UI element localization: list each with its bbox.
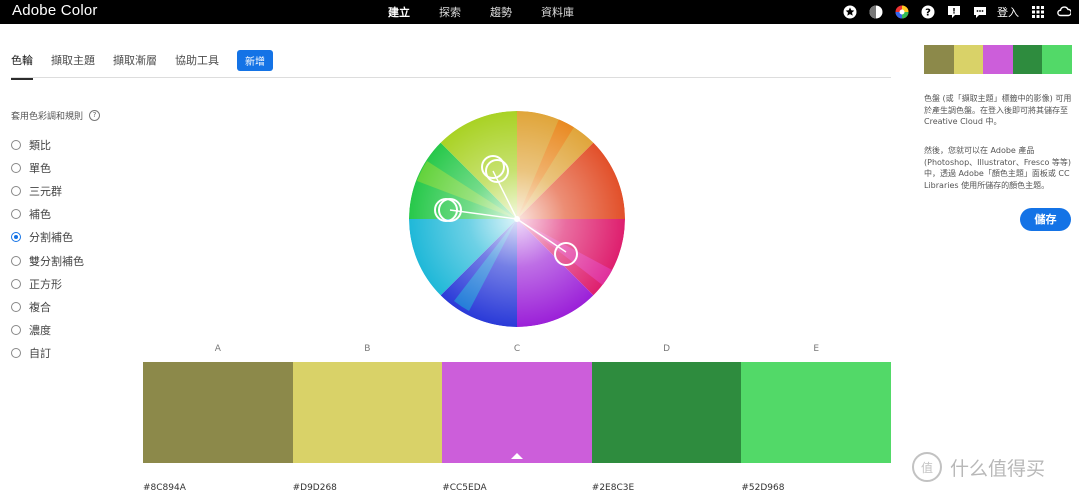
- rule-square[interactable]: 正方形: [11, 272, 84, 295]
- harmony-rules-list: 類比 單色 三元群 補色 分割補色 雙分割補色 正方形 複合 濃度 自訂: [11, 133, 84, 365]
- rule-shades[interactable]: 濃度: [11, 319, 84, 342]
- radio-icon[interactable]: [11, 325, 21, 336]
- star-icon[interactable]: [843, 5, 857, 19]
- rule-analogous[interactable]: 類比: [11, 133, 84, 156]
- creative-cloud-icon[interactable]: [1057, 5, 1071, 19]
- rule-monochromatic[interactable]: 單色: [11, 156, 84, 179]
- mini-swatch-c: [983, 45, 1013, 74]
- color-wheel-icon[interactable]: [895, 5, 909, 19]
- save-button[interactable]: 儲存: [1020, 208, 1071, 231]
- nav-explore[interactable]: 探索: [439, 4, 461, 20]
- top-icons: ? 登入: [831, 4, 1071, 20]
- radio-checked-icon[interactable]: [11, 232, 21, 243]
- nav-trends[interactable]: 趨勢: [490, 4, 512, 20]
- rule-label: 自訂: [29, 347, 51, 361]
- rule-double-split-complementary[interactable]: 雙分割補色: [11, 249, 84, 272]
- radio-icon[interactable]: [11, 301, 21, 312]
- swatch-label-e: E: [813, 344, 820, 354]
- new-badge-button[interactable]: 新增: [237, 49, 273, 71]
- swatch-e[interactable]: [741, 362, 891, 463]
- rule-label: 類比: [29, 138, 51, 152]
- harmony-rules-title: 套用色彩調和規則 ?: [11, 109, 101, 122]
- side-info-text-2: 然後，您就可以在 Adobe 產品 (Photoshop、Illustrator…: [924, 146, 1072, 190]
- radio-icon[interactable]: [11, 185, 21, 196]
- radio-icon[interactable]: [11, 278, 21, 289]
- moon-icon[interactable]: [869, 5, 883, 19]
- color-swatches: [143, 362, 891, 463]
- rule-label: 複合: [29, 300, 51, 314]
- chat-icon[interactable]: [973, 5, 987, 19]
- rule-label: 單色: [29, 161, 51, 175]
- rule-label: 分割補色: [29, 231, 73, 245]
- app-logo[interactable]: Adobe Color: [12, 2, 98, 19]
- comment-icon[interactable]: [947, 5, 961, 19]
- help-circle-icon[interactable]: ?: [89, 110, 101, 121]
- tab-divider: [11, 77, 891, 78]
- swatch-hex-values: #8C894A #D9D268 #CC5EDA #2E8C3E #52D968: [143, 483, 891, 493]
- nav-library[interactable]: 資料庫: [541, 4, 574, 20]
- rule-complementary[interactable]: 補色: [11, 203, 84, 226]
- hex-value-c[interactable]: #CC5EDA: [442, 483, 592, 493]
- hex-value-e[interactable]: #52D968: [741, 483, 891, 493]
- swatch-label-a: A: [214, 344, 221, 354]
- watermark-text: 什么值得买: [950, 457, 1046, 480]
- mini-swatch-d: [1012, 45, 1043, 74]
- swatch-b[interactable]: [292, 362, 443, 463]
- color-wheel[interactable]: [409, 111, 625, 327]
- radio-icon[interactable]: [11, 209, 21, 220]
- help-icon[interactable]: ?: [921, 5, 935, 19]
- rule-label: 三元群: [29, 184, 62, 198]
- tab-extract-theme[interactable]: 擷取主題: [51, 52, 95, 72]
- swatch-a[interactable]: [143, 362, 293, 463]
- apps-grid-icon[interactable]: [1031, 5, 1045, 19]
- swatch-label-d: D: [663, 344, 671, 354]
- mode-tabs: 色輪 擷取主題 擷取漸層 協助工具 新增: [11, 49, 273, 80]
- radio-icon[interactable]: [11, 162, 21, 173]
- selected-swatch-marker-icon: [510, 453, 523, 459]
- radio-icon[interactable]: [11, 348, 21, 359]
- rule-custom[interactable]: 自訂: [11, 342, 84, 365]
- login-link[interactable]: 登入: [997, 4, 1019, 20]
- swatch-labels: A B C D E: [143, 344, 891, 354]
- rule-split-complementary[interactable]: 分割補色: [11, 226, 84, 249]
- hex-value-a[interactable]: #8C894A: [143, 483, 293, 493]
- rule-label: 正方形: [29, 277, 62, 291]
- top-bar: Adobe Color 建立 探索 趨勢 資料庫 ? 登入: [0, 0, 1079, 24]
- radio-icon[interactable]: [11, 255, 21, 266]
- side-info-text-1: 色盤 (或「擷取主題」標籤中的影像) 可用於產生調色盤。在登入後即可將其儲存至 …: [924, 94, 1072, 126]
- tab-color-wheel[interactable]: 色輪: [11, 52, 33, 80]
- swatch-label-b: B: [364, 344, 371, 354]
- rule-label: 濃度: [29, 324, 51, 338]
- swatch-c[interactable]: [442, 362, 592, 463]
- watermark-badge-icon: 值: [912, 452, 942, 482]
- radio-icon[interactable]: [11, 139, 21, 150]
- tab-extract-gradient[interactable]: 擷取漸層: [113, 52, 157, 72]
- harmony-rules-label: 套用色彩調和規則: [11, 112, 84, 122]
- swatch-label-c: C: [513, 344, 521, 354]
- hex-value-b[interactable]: #D9D268: [293, 483, 443, 493]
- mini-swatch-a: [924, 45, 954, 74]
- mini-palette-preview: [924, 45, 1072, 74]
- rule-compound[interactable]: 複合: [11, 295, 84, 318]
- top-nav: 建立 探索 趨勢 資料庫: [388, 4, 603, 20]
- svg-text:?: ?: [925, 8, 931, 19]
- rule-label: 補色: [29, 208, 51, 222]
- mini-swatch-b: [953, 45, 984, 74]
- nav-create[interactable]: 建立: [388, 4, 410, 20]
- rule-label: 雙分割補色: [29, 254, 84, 268]
- rule-triad[interactable]: 三元群: [11, 179, 84, 202]
- swatch-d[interactable]: [591, 362, 742, 463]
- tab-accessibility-tools[interactable]: 協助工具: [175, 52, 219, 72]
- mini-swatch-e: [1042, 45, 1072, 74]
- watermark: 值 什么值得买: [912, 452, 1045, 482]
- hex-value-d[interactable]: #2E8C3E: [592, 483, 742, 493]
